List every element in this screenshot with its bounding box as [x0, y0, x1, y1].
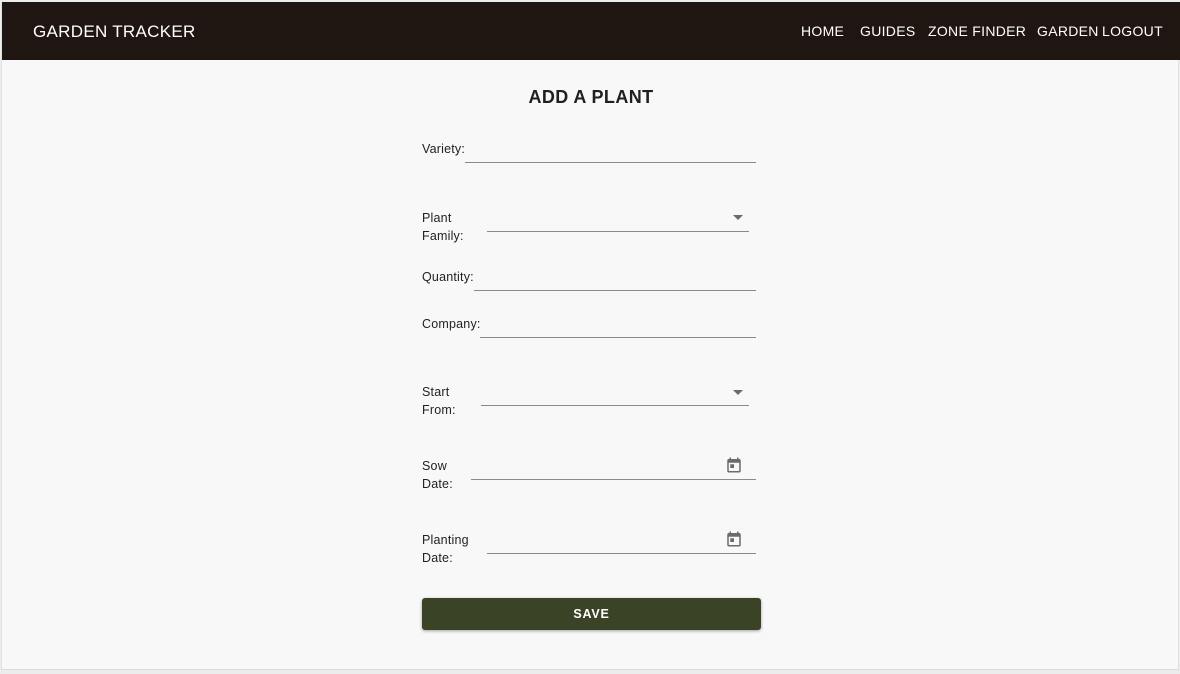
- variety-input-underline: [465, 162, 756, 163]
- plant-family-select[interactable]: [487, 207, 749, 231]
- sow-date-input-underline: [471, 479, 756, 480]
- plant-family-label-line1: Plant: [422, 211, 452, 225]
- calendar-icon[interactable]: [725, 530, 743, 548]
- chevron-down-icon[interactable]: [733, 390, 743, 395]
- variety-input[interactable]: [465, 138, 756, 162]
- nav-home-link[interactable]: HOME: [801, 23, 844, 39]
- company-input-underline: [480, 337, 756, 338]
- variety-label: Variety:: [422, 142, 466, 156]
- start-from-label-line1: Start: [422, 385, 450, 399]
- plant-family-select-underline: [487, 231, 749, 232]
- plant-family-label-line2: Family:: [422, 229, 464, 243]
- calendar-icon[interactable]: [725, 456, 743, 474]
- company-label: Company:: [422, 317, 481, 331]
- nav-garden-link[interactable]: GARDEN: [1037, 23, 1099, 39]
- quantity-input[interactable]: [474, 266, 756, 290]
- sow-date-label-line1: Sow: [422, 459, 447, 473]
- quantity-input-underline: [474, 290, 756, 291]
- company-input[interactable]: [480, 313, 756, 337]
- chevron-down-icon[interactable]: [733, 215, 743, 220]
- planting-date-input-underline: [487, 553, 756, 554]
- nav-logout-link[interactable]: LOGOUT: [1102, 23, 1163, 39]
- app-bar: GARDEN TRACKER HOME GUIDES ZONE FINDER G…: [2, 2, 1180, 60]
- app-window: GARDEN TRACKER HOME GUIDES ZONE FINDER G…: [1, 2, 1180, 670]
- quantity-label: Quantity:: [422, 270, 474, 284]
- planting-date-input[interactable]: [487, 529, 756, 553]
- nav-guides-link[interactable]: GUIDES: [860, 23, 915, 39]
- app-title[interactable]: GARDEN TRACKER: [33, 22, 196, 41]
- planting-date-label-line2: Date:: [422, 551, 453, 565]
- page-title: ADD A PLANT: [528, 87, 654, 107]
- nav-zone-finder-link[interactable]: ZONE FINDER: [928, 23, 1026, 39]
- start-from-select[interactable]: [481, 381, 749, 405]
- sow-date-label-line2: Date:: [422, 477, 453, 491]
- start-from-label-line2: From:: [422, 403, 456, 417]
- planting-date-label-line1: Planting: [422, 533, 469, 547]
- save-button[interactable]: SAVE: [422, 598, 761, 630]
- start-from-select-underline: [481, 405, 749, 406]
- sow-date-input[interactable]: [471, 455, 756, 479]
